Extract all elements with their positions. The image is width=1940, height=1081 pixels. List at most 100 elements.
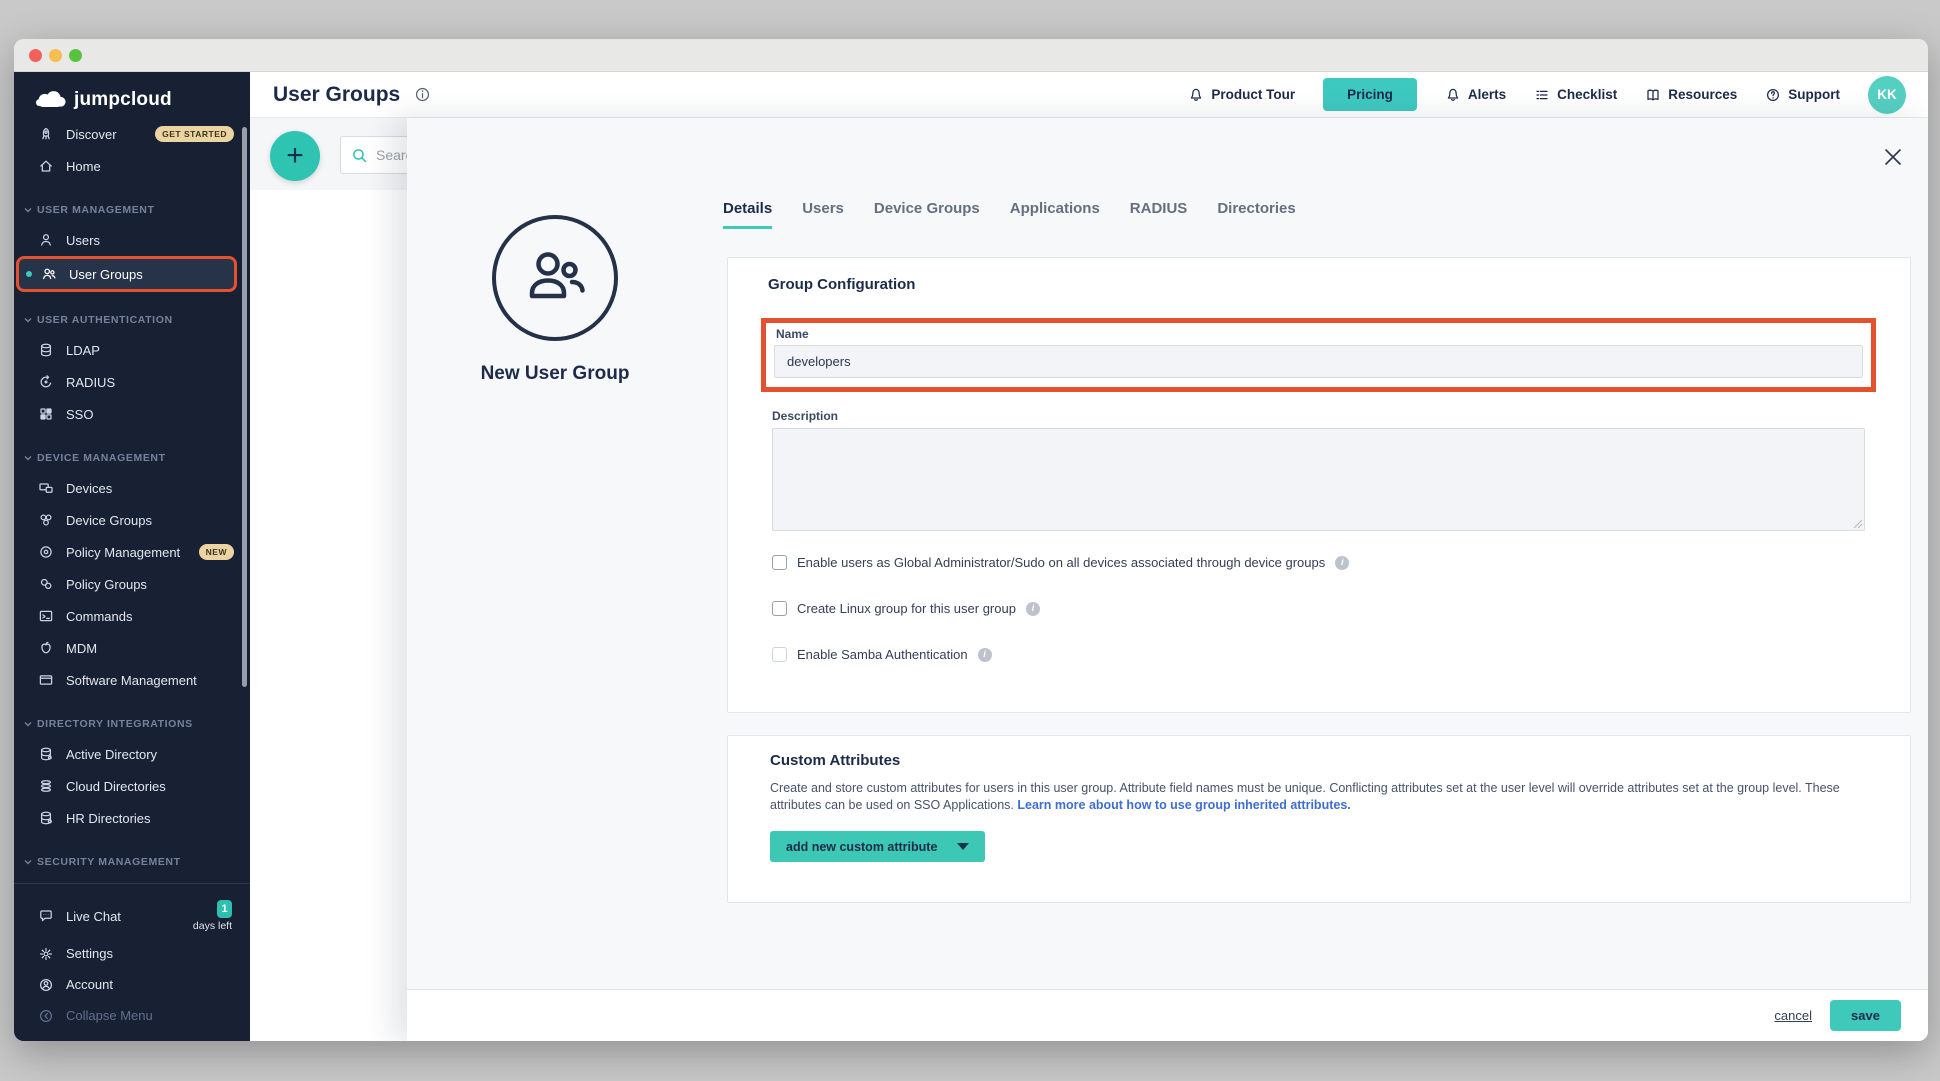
group-description-textarea[interactable] — [772, 428, 1865, 531]
zoom-window-button[interactable] — [69, 49, 82, 62]
add-user-group-button[interactable]: + — [270, 131, 320, 181]
header-action-product-tour[interactable]: Product Tour — [1188, 87, 1295, 103]
sidebar-item-software-management[interactable]: Software Management — [14, 664, 250, 696]
sidebar-item-users[interactable]: Users — [14, 224, 250, 256]
name-label: Name — [776, 327, 1863, 341]
badge-new: NEW — [199, 544, 234, 560]
new-user-group-panel: New User Group DetailsUsersDevice Groups… — [407, 118, 1928, 1041]
resize-grip-icon[interactable] — [1853, 519, 1863, 529]
sidebar-scrollbar[interactable] — [242, 127, 247, 687]
checkbox-label: Enable users as Global Administrator/Sud… — [797, 555, 1325, 570]
sidebar-item-active-directory[interactable]: Active Directory — [14, 738, 250, 770]
group-configuration-heading: Group Configuration — [768, 276, 915, 293]
sidebar-item-policy-groups[interactable]: Policy Groups — [14, 568, 250, 600]
collapse-icon — [38, 1008, 54, 1024]
sidebar-item-label: Discover — [66, 127, 117, 142]
section-label: USER AUTHENTICATION — [37, 314, 173, 326]
sidebar-item-mdm[interactable]: MDM — [14, 632, 250, 664]
sidebar-item-label: Devices — [66, 481, 112, 496]
sidebar-item-label: Policy Groups — [66, 577, 147, 592]
sidebar-section-security-management[interactable]: SECURITY MANAGEMENT — [14, 848, 250, 876]
checkbox-enable-samba-authentication[interactable] — [772, 647, 787, 662]
header-action-checklist[interactable]: Checklist — [1534, 87, 1617, 103]
sidebar-item-label: LDAP — [66, 343, 100, 358]
sidebar-item-live-chat[interactable]: Live Chat1days left — [14, 894, 250, 938]
minimize-window-button[interactable] — [49, 49, 62, 62]
header-action-alerts[interactable]: Alerts — [1445, 87, 1506, 103]
sidebar-item-user-groups[interactable]: User Groups — [16, 256, 237, 292]
sidebar-item-label: Home — [66, 159, 101, 174]
sidebar-item-devices[interactable]: Devices — [14, 472, 250, 504]
group-configuration-card: Group Configuration Name Description Ena… — [727, 257, 1911, 713]
name-field-annotation-box: Name — [761, 318, 1876, 392]
checkbox-create-linux-group-for-this-user-group[interactable] — [772, 601, 787, 616]
checkbox-enable-users-as-global-administrator-sud[interactable] — [772, 555, 787, 570]
sidebar-section-user-management[interactable]: USER MANAGEMENT — [14, 196, 250, 224]
info-icon[interactable]: i — [1026, 602, 1040, 616]
sidebar-bottom-section: Live Chat1days leftSettings Account Collap… — [14, 883, 250, 1041]
group-name-input[interactable] — [774, 345, 1863, 378]
info-icon[interactable]: i — [978, 648, 992, 662]
close-window-button[interactable] — [29, 49, 42, 62]
tab-device-groups[interactable]: Device Groups — [874, 200, 980, 229]
info-icon[interactable] — [414, 86, 431, 103]
bell-icon — [1445, 87, 1461, 103]
main-content: User Groups Product TourPricingAlertsChe… — [250, 72, 1928, 1041]
sidebar-item-hr-directories[interactable]: HR Directories — [14, 802, 250, 834]
sidebar-item-label: RADIUS — [66, 375, 115, 390]
header-action-resources[interactable]: Resources — [1645, 87, 1737, 103]
sidebar-item-settings[interactable]: Settings — [14, 938, 250, 969]
sidebar-section-directory-integrations[interactable]: DIRECTORY INTEGRATIONS — [14, 710, 250, 738]
question-icon — [1765, 87, 1781, 103]
tab-users[interactable]: Users — [802, 200, 844, 229]
cloud-directories-icon — [38, 778, 54, 794]
section-label: USER MANAGEMENT — [37, 204, 155, 216]
tab-directories[interactable]: Directories — [1217, 200, 1295, 229]
add-custom-attribute-button[interactable]: add new custom attribute — [770, 831, 985, 862]
discover-icon — [38, 126, 54, 142]
dropdown-caret-icon — [957, 843, 969, 850]
sidebar-item-label: Collapse Menu — [66, 1008, 153, 1023]
sidebar-item-label: Policy Management — [66, 545, 180, 560]
sidebar-item-ldap[interactable]: LDAP — [14, 334, 250, 366]
jumpcloud-cloud-icon — [36, 90, 66, 110]
sidebar-item-account[interactable]: Account — [14, 969, 250, 1000]
sidebar-item-discover[interactable]: Discover GET STARTED — [14, 118, 250, 150]
cancel-button[interactable]: cancel — [1774, 1008, 1812, 1023]
sidebar-item-label: Cloud Directories — [66, 779, 166, 794]
policy-management-icon — [38, 544, 54, 560]
sidebar-section-device-management[interactable]: DEVICE MANAGEMENT — [14, 444, 250, 472]
sidebar-item-device-groups[interactable]: Device Groups — [14, 504, 250, 536]
inherited-attributes-link[interactable]: Learn more about how to use group inheri… — [1017, 798, 1350, 812]
sidebar-item-sso[interactable]: SSO — [14, 398, 250, 430]
sidebar-item-cloud-directories[interactable]: Cloud Directories — [14, 770, 250, 802]
active-directory-icon — [38, 746, 54, 762]
jumpcloud-logo[interactable]: jumpcloud — [14, 72, 250, 118]
live-chat-icon — [38, 908, 54, 924]
close-icon[interactable] — [1882, 146, 1904, 168]
sso-icon — [38, 406, 54, 422]
bell-icon — [1188, 87, 1204, 103]
badge-get-started: GET STARTED — [155, 126, 234, 142]
user-groups-icon — [41, 266, 57, 282]
radius-icon — [38, 374, 54, 390]
pricing-button[interactable]: Pricing — [1323, 78, 1417, 111]
chevron-down-icon — [24, 455, 32, 461]
sidebar-item-radius[interactable]: RADIUS — [14, 366, 250, 398]
tab-details[interactable]: Details — [723, 200, 772, 229]
tab-applications[interactable]: Applications — [1010, 200, 1100, 229]
sidebar-section-user-authentication[interactable]: USER AUTHENTICATION — [14, 306, 250, 334]
sidebar-item-policy-management[interactable]: Policy Management NEW — [14, 536, 250, 568]
sidebar-item-label: Account — [66, 977, 113, 992]
chevron-down-icon — [24, 317, 32, 323]
trial-days-badge: 1days left — [193, 900, 232, 932]
sidebar-item-home[interactable]: Home — [14, 150, 250, 182]
sidebar-item-collapse-menu[interactable]: Collapse Menu — [14, 1000, 250, 1031]
header-action-label: Alerts — [1468, 87, 1506, 102]
user-avatar[interactable]: KK — [1868, 76, 1906, 114]
sidebar-item-commands[interactable]: Commands — [14, 600, 250, 632]
info-icon[interactable]: i — [1335, 556, 1349, 570]
header-action-support[interactable]: Support — [1765, 87, 1840, 103]
save-button[interactable]: save — [1830, 1000, 1901, 1031]
tab-radius[interactable]: RADIUS — [1130, 200, 1188, 229]
